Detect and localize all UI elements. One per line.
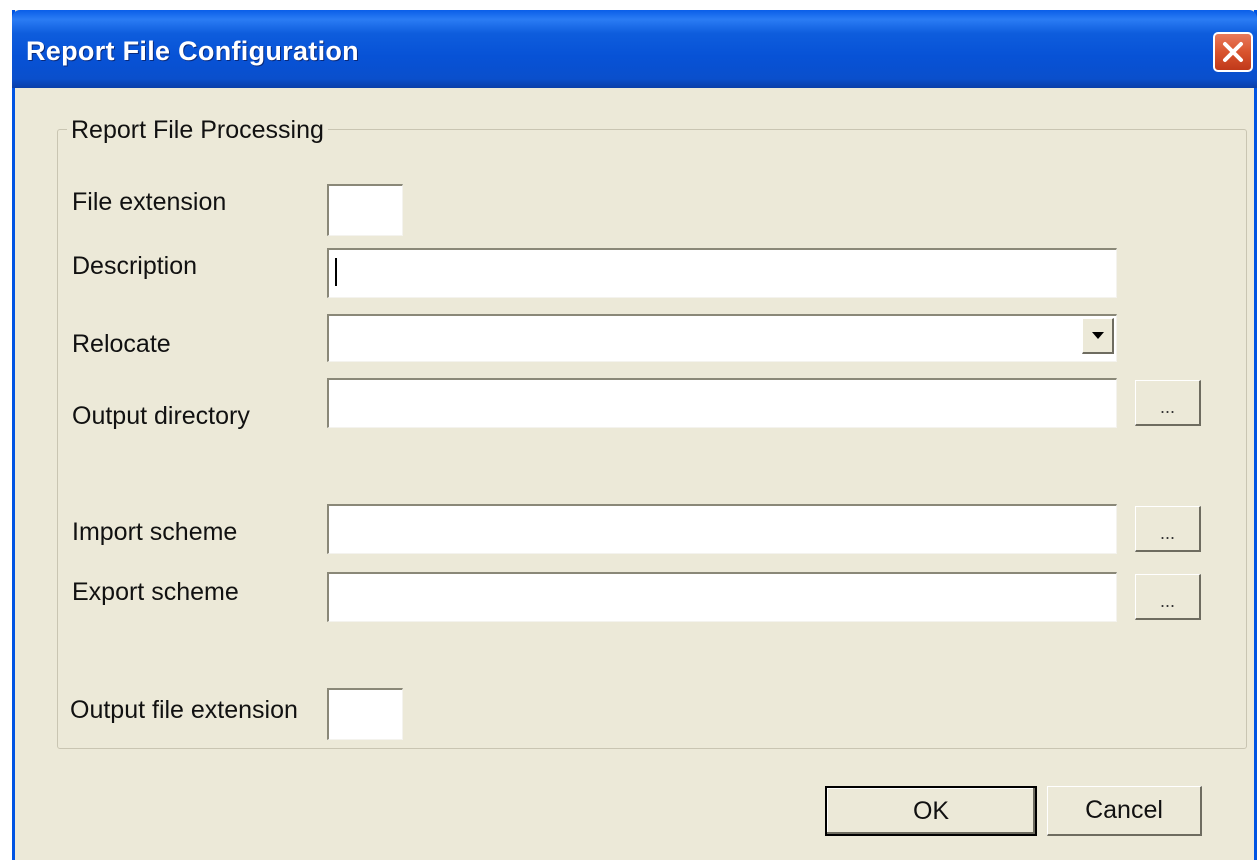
group-legend: Report File Processing [67, 116, 328, 145]
export-scheme-label: Export scheme [72, 578, 239, 606]
output-file-extension-input[interactable] [327, 688, 403, 740]
output-file-extension-label: Output file extension [70, 696, 298, 724]
relocate-label: Relocate [72, 330, 171, 358]
relocate-dropdown-button[interactable] [1082, 318, 1114, 354]
report-file-processing-group [57, 129, 1247, 749]
text-caret [335, 258, 337, 286]
relocate-select[interactable] [327, 314, 1117, 362]
ok-button[interactable]: OK [825, 786, 1037, 836]
export-scheme-browse-button[interactable]: ... [1135, 574, 1201, 620]
dialog-title: Report File Configuration [26, 36, 359, 66]
file-extension-label: File extension [72, 188, 227, 216]
title-bar[interactable]: Report File Configuration [12, 10, 1257, 88]
chevron-down-icon [1091, 331, 1104, 339]
close-icon [1223, 42, 1243, 62]
close-button[interactable] [1213, 32, 1253, 72]
import-scheme-input[interactable] [327, 504, 1117, 554]
import-scheme-label: Import scheme [72, 518, 238, 546]
dialog-body: Report File Processing File extension De… [15, 88, 1254, 860]
output-directory-label: Output directory [72, 402, 250, 430]
description-input[interactable] [327, 248, 1117, 298]
output-directory-browse-button[interactable]: ... [1135, 380, 1201, 426]
dialog-window: Report File Configuration Report File Pr… [12, 10, 1257, 860]
import-scheme-browse-button[interactable]: ... [1135, 506, 1201, 552]
file-extension-input[interactable] [327, 184, 403, 236]
output-directory-input[interactable] [327, 378, 1117, 428]
description-label: Description [72, 252, 198, 280]
export-scheme-input[interactable] [327, 572, 1117, 622]
cancel-button[interactable]: Cancel [1047, 786, 1202, 836]
